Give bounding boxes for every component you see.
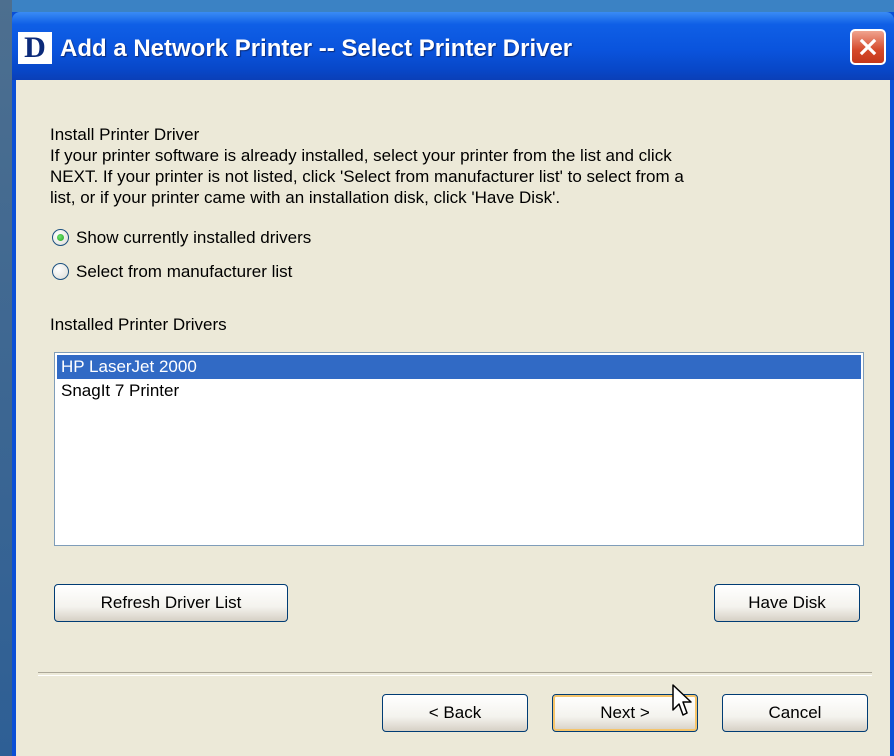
- radio-label: Show currently installed drivers: [76, 228, 312, 247]
- cancel-button[interactable]: Cancel: [722, 694, 868, 732]
- mouse-pointer-icon: [672, 684, 692, 716]
- close-button[interactable]: [850, 29, 886, 65]
- dialog-body: Install Printer Driver If your printer s…: [16, 80, 890, 756]
- close-icon: [859, 38, 877, 56]
- have-disk-button[interactable]: Have Disk: [714, 584, 860, 622]
- separator: [38, 672, 872, 676]
- title-bar[interactable]: D Add a Network Printer -- Select Printe…: [12, 12, 894, 80]
- back-button[interactable]: < Back: [382, 694, 528, 732]
- refresh-driver-list-button[interactable]: Refresh Driver List: [54, 584, 288, 622]
- add-network-printer-dialog: D Add a Network Printer -- Select Printe…: [12, 12, 894, 756]
- description-line: NEXT. If your printer is not listed, cli…: [50, 167, 684, 186]
- description-line: If your printer software is already inst…: [50, 146, 672, 165]
- radio-selected-dot: [57, 234, 64, 241]
- description-line: list, or if your printer came with an in…: [50, 188, 561, 207]
- list-item-snagit-7-printer[interactable]: SnagIt 7 Printer: [57, 379, 861, 403]
- window-title: Add a Network Printer -- Select Printer …: [60, 35, 573, 62]
- radio-button[interactable]: [52, 263, 69, 280]
- desktop-background: [0, 0, 12, 756]
- list-item-hp-laserjet-2000[interactable]: HP LaserJet 2000: [57, 355, 861, 379]
- installed-drivers-list[interactable]: HP LaserJet 2000 SnagIt 7 Printer: [54, 352, 864, 546]
- radio-button[interactable]: [52, 229, 69, 246]
- installed-drivers-label: Installed Printer Drivers: [50, 315, 227, 334]
- dlink-logo-icon: D: [18, 32, 52, 64]
- radio-label: Select from manufacturer list: [76, 262, 293, 281]
- section-heading: Install Printer Driver: [50, 125, 200, 144]
